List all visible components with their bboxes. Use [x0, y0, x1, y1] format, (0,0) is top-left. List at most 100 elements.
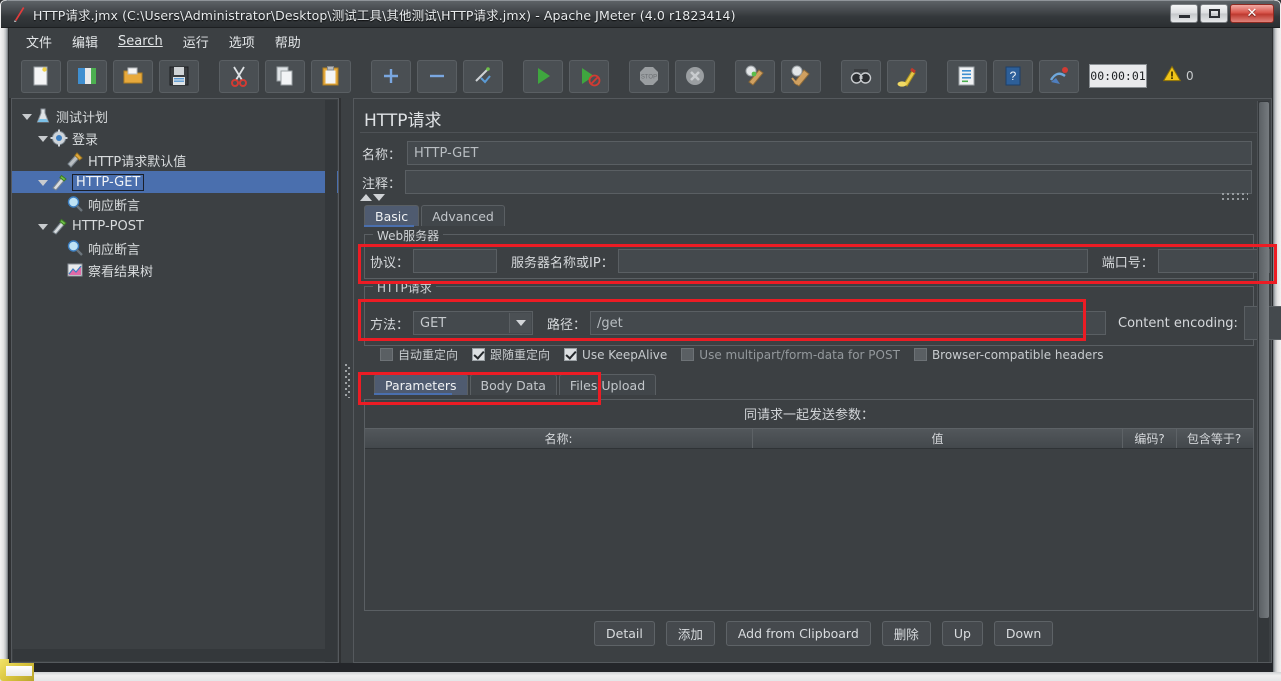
method-label: 方法：	[370, 317, 410, 333]
right-panel-scrollbar[interactable]	[1257, 101, 1269, 662]
tree-node-http-defaults[interactable]: HTTP请求默认值	[12, 149, 338, 171]
toolbar[interactable]: STOP ? 00:00:01 0	[9, 54, 1272, 98]
port-input[interactable]	[1157, 249, 1270, 273]
add-button[interactable]: 添加	[665, 621, 715, 646]
tab-body-data[interactable]: Body Data	[469, 374, 557, 395]
tab-files-upload[interactable]: Files Upload	[558, 374, 657, 395]
tree-node-view-results-tree[interactable]: 察看结果树	[12, 259, 338, 281]
checkbox-checked-icon[interactable]	[564, 348, 578, 361]
checkbox-unchecked-icon[interactable]	[913, 348, 927, 361]
parameters-tabs[interactable]: Parameters Body Data Files Upload	[374, 374, 658, 395]
help-icon[interactable]: ?	[993, 59, 1033, 93]
option-use-multipart[interactable]: Use multipart/form-data for POST	[681, 348, 900, 362]
minimize-button[interactable]	[1170, 4, 1198, 23]
tree-vertical-scrollbar[interactable]	[325, 100, 337, 662]
menu-bar[interactable]: 文件 编辑 Search 运行 选项 帮助	[9, 28, 1272, 54]
window-controls[interactable]: ✕	[1170, 4, 1274, 23]
toggle-icon[interactable]	[463, 59, 503, 93]
close-button[interactable]: ✕	[1230, 4, 1274, 23]
name-input[interactable]: HTTP-GET	[407, 141, 1253, 165]
tree-horizontal-scrollbar[interactable]	[13, 649, 327, 661]
request-options-row[interactable]: 自动重定向 跟随重定向 Use KeepAlive Use multipart/…	[380, 346, 1117, 363]
test-plan-tree-panel[interactable]: 测试计划 登录 HTTP请求默认值 HTTP-GET 响应断言 HTTP-POS…	[11, 98, 339, 663]
parameters-table[interactable]: 同请求一起发送参数： 名称: 值 编码? 包含等于?	[364, 399, 1254, 611]
option-auto-redirect[interactable]: 自动重定向	[380, 346, 458, 363]
tree-node-label: 响应断言	[88, 242, 141, 258]
clear-icon[interactable]	[735, 59, 775, 93]
tree-node-assertion-1[interactable]: 响应断言	[12, 193, 338, 215]
chevron-down-icon[interactable]	[36, 175, 50, 189]
save-icon[interactable]	[159, 59, 199, 93]
expand-all-icon[interactable]	[371, 59, 411, 93]
menu-item-help[interactable]: 帮助	[266, 29, 310, 54]
search-reset-icon[interactable]	[887, 59, 927, 93]
parameters-action-buttons[interactable]: Detail 添加 Add from Clipboard 删除 Up Down	[594, 621, 1054, 646]
open-icon[interactable]	[113, 59, 153, 93]
undo-redo-icon[interactable]	[1039, 59, 1079, 93]
maximize-button[interactable]	[1200, 4, 1228, 23]
checkbox-unchecked-icon[interactable]	[380, 348, 393, 361]
path-input[interactable]: /get	[590, 311, 1107, 335]
down-button[interactable]: Down	[993, 621, 1054, 646]
column-header-include-equals[interactable]: 包含等于?	[1177, 429, 1251, 448]
chevron-down-icon[interactable]	[509, 313, 532, 333]
protocol-input[interactable]	[413, 249, 498, 273]
paste-icon[interactable]	[311, 59, 351, 93]
scrollbar-thumb[interactable]	[1259, 102, 1269, 619]
option-browser-compatible-headers[interactable]: Browser-compatible headers	[913, 348, 1103, 362]
chevron-up-icon[interactable]	[360, 193, 372, 201]
start-icon[interactable]	[523, 59, 563, 93]
search-icon[interactable]	[841, 59, 881, 93]
function-helper-icon[interactable]	[947, 59, 987, 93]
column-header-value[interactable]: 值	[753, 429, 1123, 448]
option-follow-redirects[interactable]: 跟随重定向	[472, 346, 550, 363]
shutdown-icon[interactable]	[675, 59, 715, 93]
templates-icon[interactable]	[67, 59, 107, 93]
start-no-pauses-icon[interactable]	[569, 59, 609, 93]
tree-node-test-plan[interactable]: 测试计划	[12, 105, 338, 127]
new-icon[interactable]	[21, 59, 61, 93]
tree-node-http-post[interactable]: HTTP-POST	[12, 215, 338, 237]
server-input[interactable]	[617, 249, 1088, 273]
column-header-encode[interactable]: 编码?	[1123, 429, 1177, 448]
clear-all-icon[interactable]	[781, 59, 821, 93]
tree-node-thread-group[interactable]: 登录	[12, 127, 338, 149]
parameters-table-body[interactable]	[365, 449, 1253, 609]
add-from-clipboard-button[interactable]: Add from Clipboard	[725, 621, 871, 646]
menu-item-file[interactable]: 文件	[17, 29, 61, 54]
tab-basic[interactable]: Basic	[364, 205, 420, 226]
warning-indicator[interactable]: 0	[1161, 64, 1194, 88]
copy-icon[interactable]	[265, 59, 305, 93]
chevron-down-icon[interactable]	[20, 109, 34, 123]
chevron-down-icon[interactable]	[36, 219, 50, 233]
tab-advanced[interactable]: Advanced	[421, 205, 505, 226]
method-select[interactable]: GET	[413, 311, 534, 335]
tree-node-http-get[interactable]: HTTP-GET	[12, 171, 338, 193]
detail-button[interactable]: Detail	[594, 621, 655, 646]
menu-item-search[interactable]: Search	[109, 31, 172, 52]
tab-parameters[interactable]: Parameters	[374, 374, 468, 395]
http-request-group-title: HTTP请求	[373, 279, 436, 296]
protocol-field-row: 协议： 服务器名称或IP： 端口号：	[370, 249, 1270, 273]
option-use-keepalive[interactable]: Use KeepAlive	[564, 348, 667, 362]
chevron-down-icon[interactable]	[373, 193, 385, 201]
basic-advanced-tabs[interactable]: Basic Advanced	[364, 205, 507, 226]
stop-icon[interactable]: STOP	[629, 59, 669, 93]
cut-icon[interactable]	[219, 59, 259, 93]
up-button[interactable]: Up	[941, 621, 983, 646]
chevron-down-icon[interactable]	[36, 131, 50, 145]
main-split-area: 测试计划 登录 HTTP请求默认值 HTTP-GET 响应断言 HTTP-POS…	[9, 98, 1281, 663]
column-header-name[interactable]: 名称:	[365, 429, 753, 448]
collapse-all-icon[interactable]	[417, 59, 457, 93]
delete-button[interactable]: 删除	[881, 621, 931, 646]
menu-item-options[interactable]: 选项	[220, 29, 264, 54]
test-plan-tree[interactable]: 测试计划 登录 HTTP请求默认值 HTTP-GET 响应断言 HTTP-POS…	[12, 99, 338, 281]
checkbox-checked-icon[interactable]	[472, 348, 486, 361]
tree-node-assertion-2[interactable]: 响应断言	[12, 237, 338, 259]
panel-splitter[interactable]	[341, 98, 353, 663]
checkbox-unchecked-icon[interactable]	[681, 348, 695, 361]
menu-item-run[interactable]: 运行	[174, 29, 218, 54]
collapse-expand-strip[interactable]	[360, 191, 1258, 203]
menu-item-edit[interactable]: 编辑	[63, 29, 107, 54]
content-encoding-label: Content encoding:	[1118, 315, 1238, 331]
